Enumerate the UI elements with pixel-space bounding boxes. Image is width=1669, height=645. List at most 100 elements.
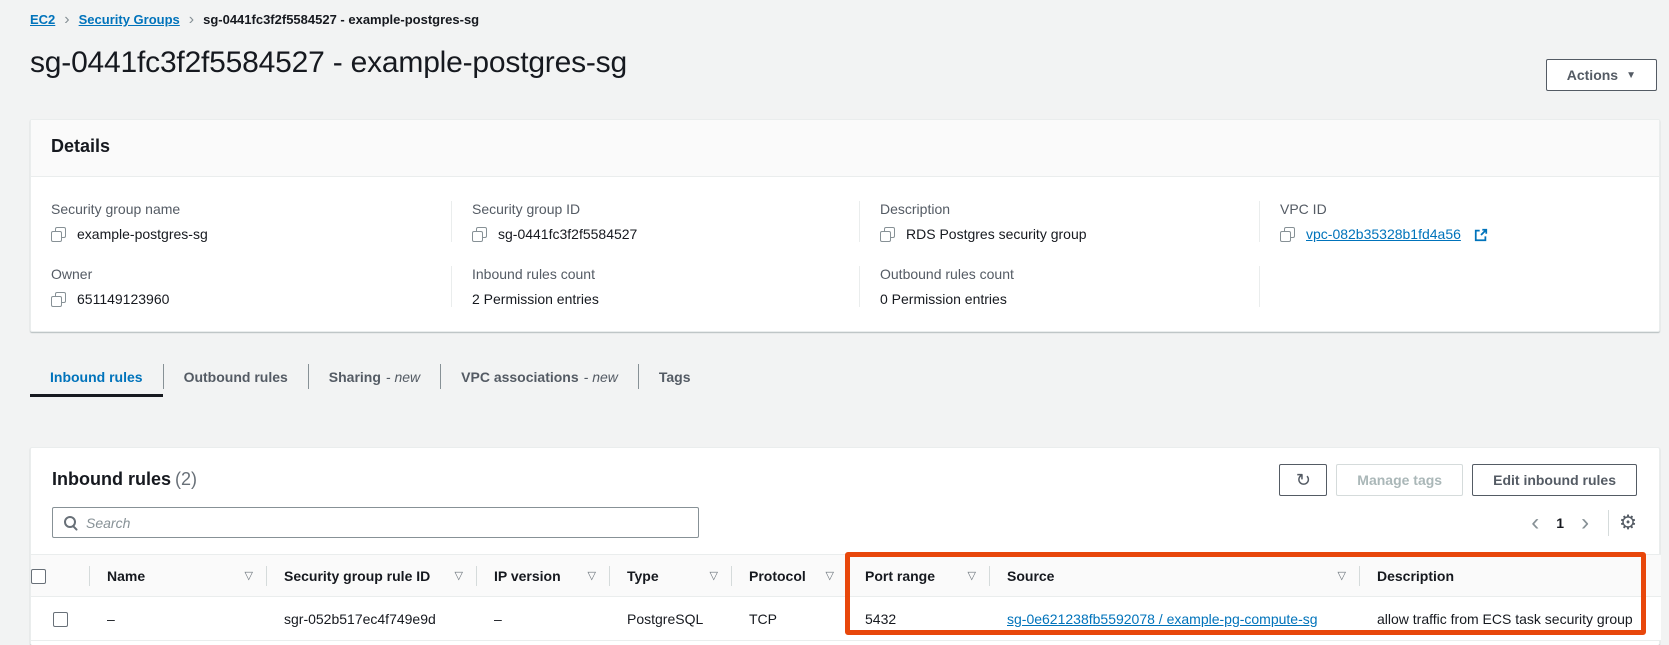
select-all-checkbox[interactable] <box>31 569 46 584</box>
sort-icon[interactable]: ▽ <box>245 569 253 582</box>
field-label: Security group ID <box>472 201 859 217</box>
tab-vpc-associations[interactable]: VPC associations - new <box>441 360 638 397</box>
field-security-group-name: Security group name example-postgres-sg <box>51 201 451 242</box>
copy-icon[interactable] <box>51 292 66 307</box>
tab-label: Tags <box>659 369 691 385</box>
field-vpc-id: VPC ID vpc-082b35328b1fd4a56 <box>1259 201 1639 242</box>
search-input[interactable] <box>86 508 698 537</box>
column-label: Security group rule ID <box>284 568 430 584</box>
tab-label: Inbound rules <box>50 369 143 385</box>
column-label: Description <box>1377 568 1454 584</box>
column-header-source[interactable]: Source ▽ <box>989 555 1359 597</box>
cell-ip-version: – <box>476 597 609 641</box>
field-label: Owner <box>51 266 451 282</box>
inbound-rules-title-text: Inbound rules <box>52 469 171 489</box>
previous-page-icon[interactable]: ‹ <box>1522 512 1548 534</box>
settings-gear-icon[interactable]: ⚙ <box>1619 512 1637 534</box>
rules-toolbar: ↻ Manage tags Edit inbound rules <box>1279 464 1637 496</box>
tab-tags[interactable]: Tags <box>639 360 711 397</box>
field-label: Security group name <box>51 201 451 217</box>
sort-icon[interactable]: ▽ <box>455 569 463 582</box>
field-label: Inbound rules count <box>472 266 859 282</box>
actions-button[interactable]: Actions ▼ <box>1546 59 1657 91</box>
vpc-id-link[interactable]: vpc-082b35328b1fd4a56 <box>1306 226 1461 242</box>
breadcrumb-separator-icon: › <box>64 13 69 26</box>
field-value: 0 Permission entries <box>880 291 1007 307</box>
tab-sharing[interactable]: Sharing - new <box>309 360 440 397</box>
pagination-divider <box>1608 510 1609 536</box>
current-page[interactable]: 1 <box>1548 515 1572 531</box>
inbound-rules-table: Name ▽ Security group rule ID ▽ IP versi… <box>31 554 1661 641</box>
edit-inbound-rules-button[interactable]: Edit inbound rules <box>1472 464 1637 496</box>
column-label: Protocol <box>749 568 806 584</box>
page-title: sg-0441fc3f2f5584527 - example-postgres-… <box>30 46 627 80</box>
details-grid: Security group name example-postgres-sg … <box>31 177 1659 333</box>
cell-security-group-rule-id: sgr-052b517ec4f749e9d <box>266 597 476 641</box>
inbound-rules-count-badge: (2) <box>175 469 197 489</box>
sort-icon[interactable]: ▽ <box>710 569 718 582</box>
cell-type: PostgreSQL <box>609 597 731 641</box>
refresh-icon: ↻ <box>1296 471 1311 489</box>
column-label: Type <box>627 568 659 584</box>
caret-down-icon: ▼ <box>1626 71 1636 81</box>
cell-name: – <box>89 597 266 641</box>
column-label: IP version <box>494 568 561 584</box>
tab-label: Sharing <box>329 369 381 385</box>
field-empty <box>1259 266 1639 307</box>
cell-source: sg-0e621238fb5592078 / example-pg-comput… <box>989 597 1359 641</box>
copy-icon[interactable] <box>51 227 66 242</box>
sort-icon[interactable]: ▽ <box>968 569 976 582</box>
field-owner: Owner 651149123960 <box>51 266 451 307</box>
manage-tags-button[interactable]: Manage tags <box>1336 464 1463 496</box>
copy-icon[interactable] <box>1280 227 1295 242</box>
tab-label: VPC associations <box>461 369 579 385</box>
external-link-icon <box>1474 228 1488 242</box>
cell-port-range: 5432 <box>847 597 989 641</box>
column-label: Port range <box>865 568 935 584</box>
breadcrumb: EC2 › Security Groups › sg-0441fc3f2f558… <box>30 12 479 27</box>
sort-icon[interactable]: ▽ <box>1338 569 1346 582</box>
tab-inbound-rules[interactable]: Inbound rules <box>30 360 163 397</box>
refresh-button[interactable]: ↻ <box>1279 464 1327 496</box>
ec2-security-group-page: { "colors": { "link": "#0073bb", "active… <box>0 0 1669 644</box>
copy-icon[interactable] <box>880 227 895 242</box>
tab-new-badge: - new <box>386 369 420 385</box>
details-panel: Details Security group name example-post… <box>30 119 1660 332</box>
breadcrumb-link-ec2[interactable]: EC2 <box>30 12 55 27</box>
column-header-description[interactable]: Description <box>1359 555 1661 597</box>
search-box <box>52 507 699 538</box>
breadcrumb-separator-icon: › <box>189 13 194 26</box>
tab-label: Outbound rules <box>184 369 288 385</box>
column-header-type[interactable]: Type ▽ <box>609 555 731 597</box>
column-header-security-group-rule-id[interactable]: Security group rule ID ▽ <box>266 555 476 597</box>
details-heading: Details <box>31 120 1659 177</box>
field-label: Outbound rules count <box>880 266 1259 282</box>
row-checkbox[interactable] <box>53 612 68 627</box>
next-page-icon[interactable]: › <box>1572 512 1598 534</box>
field-inbound-rules-count: Inbound rules count 2 Permission entries <box>451 266 859 307</box>
pagination: ‹ 1 › ⚙ <box>1522 510 1637 536</box>
sort-icon[interactable]: ▽ <box>588 569 596 582</box>
search-icon <box>64 516 78 530</box>
cell-protocol: TCP <box>731 597 847 641</box>
table-row: – sgr-052b517ec4f749e9d – PostgreSQL TCP… <box>31 597 1661 641</box>
sort-icon[interactable]: ▽ <box>826 569 834 582</box>
field-value: RDS Postgres security group <box>906 226 1087 242</box>
breadcrumb-current: sg-0441fc3f2f5584527 - example-postgres-… <box>203 12 479 27</box>
copy-icon[interactable] <box>472 227 487 242</box>
field-value: 651149123960 <box>77 291 169 307</box>
field-outbound-rules-count: Outbound rules count 0 Permission entrie… <box>859 266 1259 307</box>
field-value: sg-0441fc3f2f5584527 <box>498 226 637 242</box>
column-header-ip-version[interactable]: IP version ▽ <box>476 555 609 597</box>
source-security-group-link[interactable]: sg-0e621238fb5592078 / example-pg-comput… <box>1007 611 1318 627</box>
field-label: Description <box>880 201 1259 217</box>
breadcrumb-link-security-groups[interactable]: Security Groups <box>79 12 180 27</box>
column-header-name[interactable]: Name ▽ <box>89 555 266 597</box>
inbound-rules-panel: Inbound rules(2) ↻ Manage tags Edit inbo… <box>30 447 1660 645</box>
tab-outbound-rules[interactable]: Outbound rules <box>164 360 308 397</box>
field-description: Description RDS Postgres security group <box>859 201 1259 242</box>
column-header-protocol[interactable]: Protocol ▽ <box>731 555 847 597</box>
field-value: example-postgres-sg <box>77 226 208 242</box>
column-header-port-range[interactable]: Port range ▽ <box>847 555 989 597</box>
tab-bar: Inbound rules Outbound rules Sharing - n… <box>30 360 711 397</box>
